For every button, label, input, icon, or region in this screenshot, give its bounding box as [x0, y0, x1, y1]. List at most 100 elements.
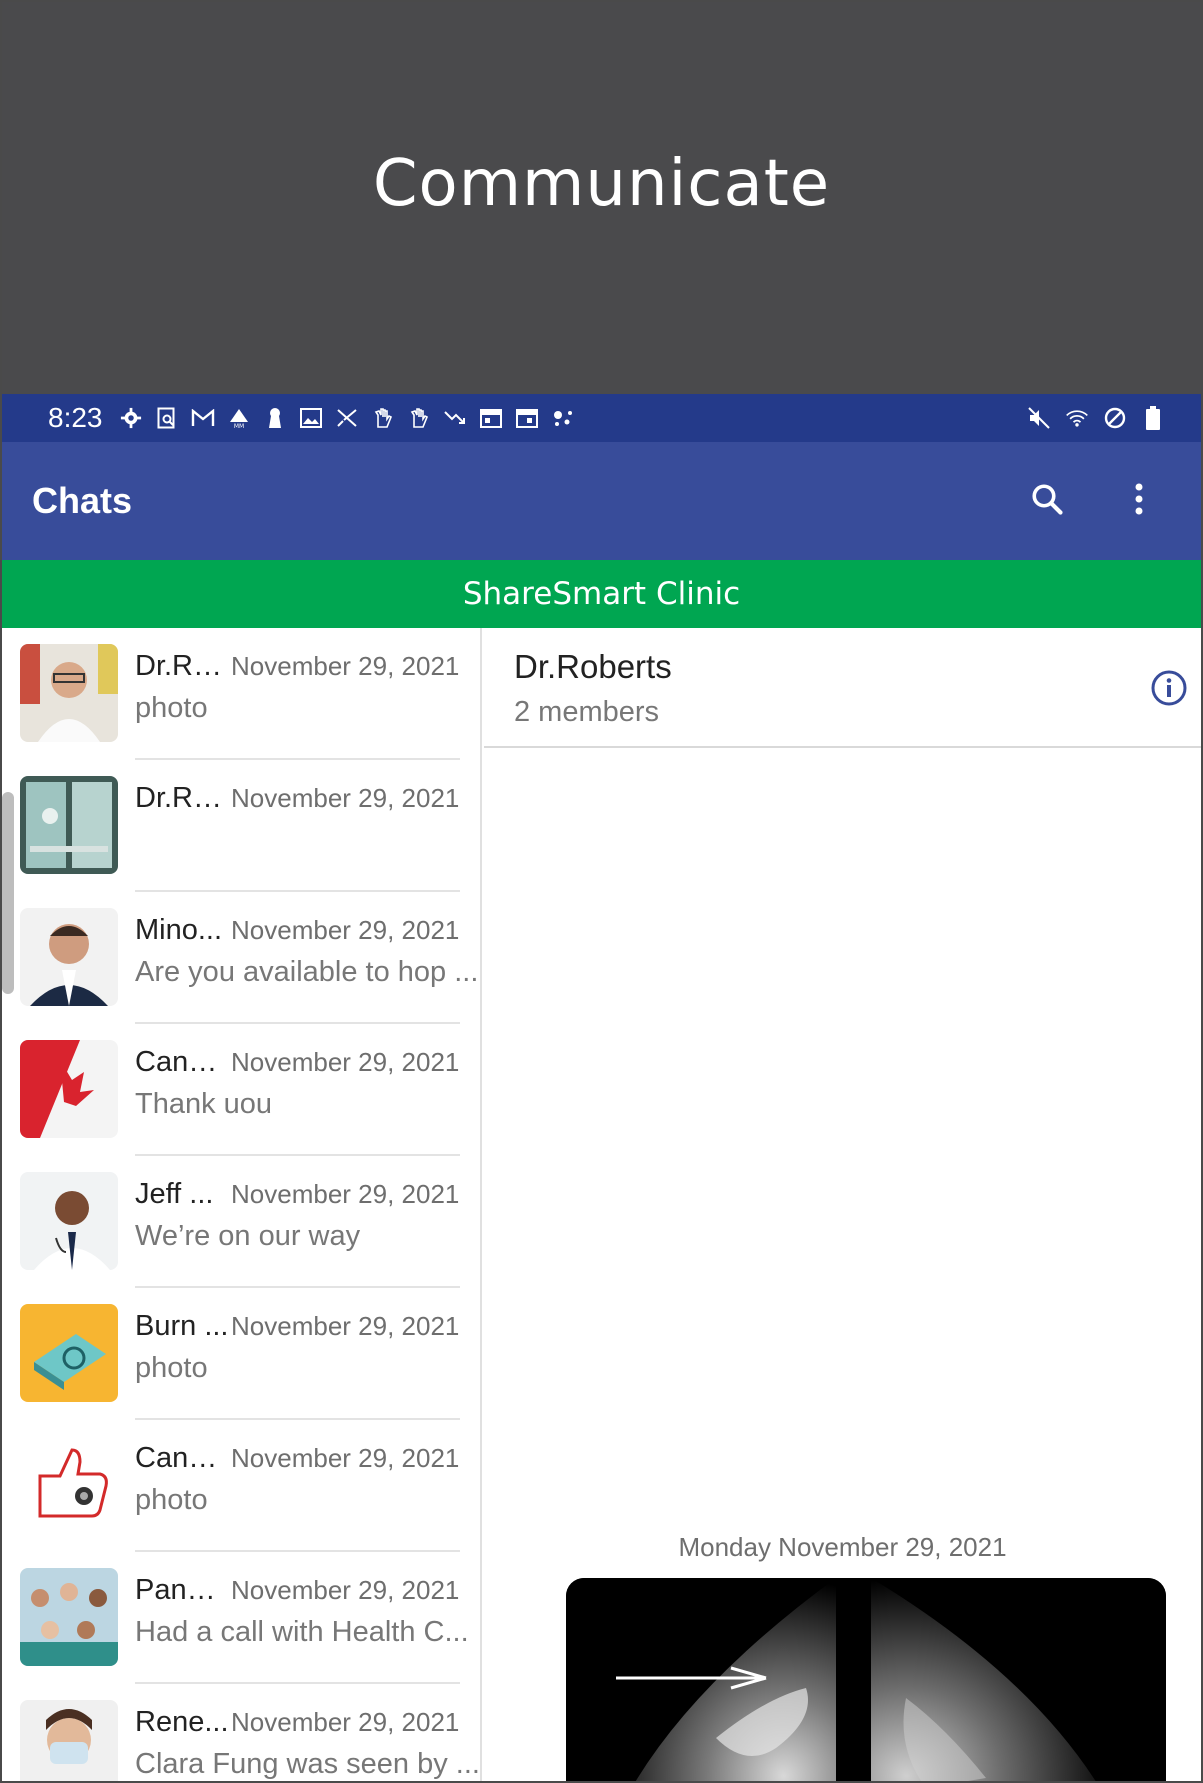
search-doc-icon — [155, 406, 179, 430]
chat-detail-header[interactable]: Dr.Roberts 2 members — [484, 628, 1201, 748]
app-bar-title: Chats — [32, 480, 133, 521]
chat-item-header: Dr.Ro... November 29, 2021 — [135, 776, 480, 820]
wifi-icon — [1065, 406, 1089, 430]
chat-date: November 29, 2021 — [231, 783, 460, 813]
chat-date: November 29, 2021 — [231, 651, 460, 681]
chat-name: CanC... — [135, 1046, 231, 1078]
chat-preview: We’re on our way — [135, 1220, 361, 1252]
chat-item-body: Dr.Ro... November 29, 2021 photo — [135, 644, 480, 725]
clinic-selector[interactable]: ShareSmart Clinic — [2, 560, 1201, 628]
image-icon — [299, 406, 323, 430]
chat-name: Jeff ... — [135, 1178, 214, 1210]
chat-item-body: Dr.Ro... November 29, 2021 — [135, 776, 480, 824]
chat-preview: Had a call with Health C... — [135, 1616, 469, 1648]
status-time: 8:23 — [48, 402, 103, 433]
chat-list-item[interactable]: Rene... November 29, 2021 Clara Fung was s… — [2, 1684, 480, 1781]
chat-item-header: Burn ... November 29, 2021 — [135, 1304, 480, 1348]
chat-item-body: Jeff ... November 29, 2021 We’re on our wa… — [135, 1172, 480, 1253]
chat-list-item[interactable]: CanC... November 29, 2021 Thank uou — [2, 1024, 480, 1156]
calendar-icon — [515, 406, 539, 430]
chat-preview: photo — [135, 1484, 208, 1516]
more-vert-icon — [1133, 482, 1145, 520]
chat-detail-members: 2 members — [514, 696, 660, 728]
chat-preview: Thank uou — [135, 1088, 273, 1120]
chat-item-body: CanC... November 29, 2021 photo — [135, 1436, 480, 1517]
drive-icon: MM — [227, 406, 251, 430]
do-not-disturb-icon — [1103, 406, 1127, 430]
avatar — [20, 1436, 118, 1534]
avatar — [20, 1568, 118, 1666]
calendar-icon — [479, 406, 503, 430]
hand-icon — [371, 406, 395, 430]
keyhole-icon — [263, 406, 287, 430]
app-frame: Communicate 8:23 MM Chats ShareSmart Cli… — [0, 0, 1203, 1783]
chat-date: November 29, 2021 — [231, 1707, 460, 1737]
chat-item-header: Jeff ... November 29, 2021 — [135, 1172, 480, 1216]
chat-list-item[interactable]: PanC... November 29, 2021 Had a call with … — [2, 1552, 480, 1684]
chat-date: November 29, 2021 — [231, 915, 460, 945]
chat-date: November 29, 2021 — [231, 1311, 460, 1341]
chat-name: Rene... — [135, 1706, 229, 1738]
avatar — [20, 1304, 118, 1402]
chat-item-header: CanC... November 29, 2021 — [135, 1040, 480, 1084]
app-bar-actions — [1023, 477, 1171, 525]
chat-item-body: CanC... November 29, 2021 Thank uou — [135, 1040, 480, 1121]
chat-list-item[interactable]: Jeff ... November 29, 2021 We’re on our wa… — [2, 1156, 480, 1288]
avatar — [20, 1700, 118, 1781]
chat-list-item[interactable]: Burn ... November 29, 2021 photo — [2, 1288, 480, 1420]
status-bar: 8:23 MM — [2, 394, 1201, 442]
avatar — [20, 776, 118, 874]
chat-item-header: Mino... November 29, 2021 — [135, 908, 480, 952]
chat-item-body: Burn ... November 29, 2021 photo — [135, 1304, 480, 1385]
banner-title: Communicate — [372, 147, 831, 221]
assistant-dots-icon — [551, 406, 575, 430]
mute-icon — [1027, 406, 1051, 430]
chat-list-item[interactable]: Mino... November 29, 2021 Are you availabl… — [2, 892, 480, 1024]
status-notification-icons: MM — [119, 406, 575, 430]
chat-date: November 29, 2021 — [231, 1443, 460, 1473]
chat-preview: Clara Fung was seen by ... — [135, 1748, 480, 1780]
chat-list[interactable]: Dr.Ro... November 29, 2021 photo Dr.Ro... No… — [2, 628, 482, 1781]
info-button[interactable] — [1149, 668, 1189, 708]
chat-list-item[interactable]: CanC... November 29, 2021 photo — [2, 1420, 480, 1552]
scissors-icon — [335, 406, 359, 430]
chat-item-header: PanC... November 29, 2021 — [135, 1568, 480, 1612]
more-options-button[interactable] — [1115, 477, 1163, 525]
chat-name: Burn ... — [135, 1310, 229, 1342]
chat-item-body: PanC... November 29, 2021 Had a call with … — [135, 1568, 480, 1649]
chat-name: Mino... — [135, 914, 223, 946]
status-system-icons — [1027, 406, 1165, 430]
chat-item-header: Dr.Ro... November 29, 2021 — [135, 644, 480, 688]
chat-preview: photo — [135, 1352, 208, 1384]
battery-icon — [1141, 406, 1165, 430]
avatar — [20, 644, 118, 742]
chat-date: November 29, 2021 — [231, 1179, 460, 1209]
trend-down-icon — [443, 406, 467, 430]
chat-item-body: Mino... November 29, 2021 Are you availabl… — [135, 908, 480, 989]
chat-name: PanC... — [135, 1574, 231, 1606]
app-bar: Chats — [2, 442, 1201, 560]
chat-date: November 29, 2021 — [231, 1047, 460, 1077]
mammogram-image — [566, 1578, 1166, 1781]
avatar — [20, 908, 118, 1006]
chat-list-scrollbar[interactable] — [2, 792, 14, 994]
chat-date: November 29, 2021 — [231, 1575, 460, 1605]
search-icon — [1029, 481, 1065, 521]
svg-text:MM: MM — [233, 423, 243, 429]
chat-item-header: CanC... November 29, 2021 — [135, 1436, 480, 1480]
chat-name: Dr.Ro... — [135, 650, 231, 682]
banner: Communicate — [2, 2, 1201, 394]
info-icon — [1149, 670, 1189, 712]
clinic-name: ShareSmart Clinic — [462, 576, 741, 612]
chat-list-item[interactable]: Dr.Ro... November 29, 2021 photo — [2, 628, 480, 760]
chat-item-header: Rene... November 29, 2021 — [135, 1700, 480, 1744]
gmail-icon — [191, 406, 215, 430]
search-button[interactable] — [1023, 477, 1071, 525]
message-image[interactable] — [566, 1578, 1166, 1781]
date-separator: Monday November 29, 2021 — [678, 1532, 1007, 1562]
avatar — [20, 1172, 118, 1270]
chat-list-item[interactable]: Dr.Ro... November 29, 2021 — [2, 760, 480, 892]
chat-preview: Are you available to hop ... — [135, 956, 479, 988]
chat-name: CanC... — [135, 1442, 231, 1474]
chat-detail: Dr.Roberts 2 members Monday November 29,… — [484, 628, 1201, 1781]
